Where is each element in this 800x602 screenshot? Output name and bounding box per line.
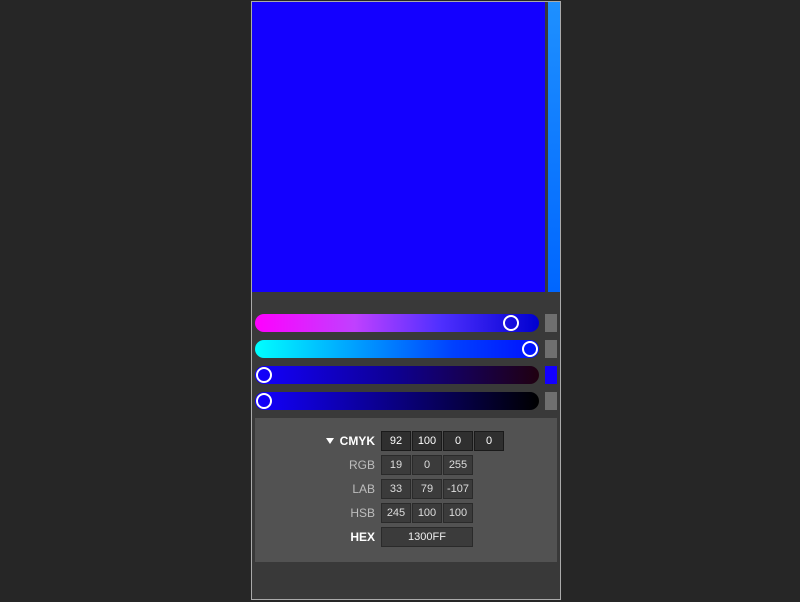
slider-key-row: [255, 390, 557, 412]
slider-cyan-handle: [503, 315, 519, 331]
slider-yellow[interactable]: [255, 366, 539, 384]
lab-a[interactable]: 79: [412, 479, 442, 499]
rgb-r[interactable]: 19: [381, 455, 411, 475]
slider-cyan-row: [255, 312, 557, 334]
vertical-color-strip[interactable]: [548, 2, 560, 292]
slider-cyan-sample[interactable]: [545, 314, 557, 332]
row-lab: LAB 33 79 -107: [263, 478, 549, 500]
lab-l[interactable]: 33: [381, 479, 411, 499]
cmyk-k[interactable]: 0: [474, 431, 504, 451]
color-field[interactable]: [252, 2, 545, 292]
slider-key-handle: [256, 393, 272, 409]
row-hsb: HSB 245 100 100: [263, 502, 549, 524]
rgb-b[interactable]: 255: [443, 455, 473, 475]
hsb-h[interactable]: 245: [381, 503, 411, 523]
cells-cmyk: 92 100 0 0: [381, 431, 504, 451]
slider-magenta-row: [255, 338, 557, 360]
label-rgb-text: RGB: [349, 458, 375, 472]
label-cmyk[interactable]: CMYK: [263, 434, 381, 448]
label-hsb-text: HSB: [350, 506, 375, 520]
color-area-row: [252, 2, 560, 292]
slider-key-sample[interactable]: [545, 392, 557, 410]
cells-hsb: 245 100 100: [381, 503, 473, 523]
cmyk-y[interactable]: 0: [443, 431, 473, 451]
cmyk-m[interactable]: 100: [412, 431, 442, 451]
slider-cyan[interactable]: [255, 314, 539, 332]
slider-magenta-sample[interactable]: [545, 340, 557, 358]
slider-magenta[interactable]: [255, 340, 539, 358]
hex-value[interactable]: 1300FF: [381, 527, 473, 547]
label-cmyk-text: CMYK: [340, 434, 375, 448]
rgb-g[interactable]: 0: [412, 455, 442, 475]
label-hex[interactable]: HEX: [263, 530, 381, 544]
color-picker-panel: CMYK 92 100 0 0 RGB 19 0 255 LAB: [251, 1, 561, 600]
cmyk-c[interactable]: 92: [381, 431, 411, 451]
values-area: CMYK 92 100 0 0 RGB 19 0 255 LAB: [255, 418, 557, 562]
label-rgb[interactable]: RGB: [263, 458, 381, 472]
hsb-s[interactable]: 100: [412, 503, 442, 523]
row-rgb: RGB 19 0 255: [263, 454, 549, 476]
slider-yellow-handle: [256, 367, 272, 383]
cells-hex: 1300FF: [381, 527, 473, 547]
label-hsb[interactable]: HSB: [263, 506, 381, 520]
cells-lab: 33 79 -107: [381, 479, 473, 499]
label-lab-text: LAB: [352, 482, 375, 496]
slider-yellow-row: [255, 364, 557, 386]
label-lab[interactable]: LAB: [263, 482, 381, 496]
slider-magenta-handle: [522, 341, 538, 357]
label-hex-text: HEX: [350, 530, 375, 544]
slider-yellow-sample[interactable]: [545, 366, 557, 384]
cells-rgb: 19 0 255: [381, 455, 473, 475]
sliders-area: [252, 312, 560, 412]
chevron-down-icon: [326, 438, 334, 444]
hsb-b[interactable]: 100: [443, 503, 473, 523]
row-cmyk: CMYK 92 100 0 0: [263, 430, 549, 452]
row-hex: HEX 1300FF: [263, 526, 549, 548]
lab-b[interactable]: -107: [443, 479, 473, 499]
slider-key[interactable]: [255, 392, 539, 410]
spacer: [252, 292, 560, 312]
